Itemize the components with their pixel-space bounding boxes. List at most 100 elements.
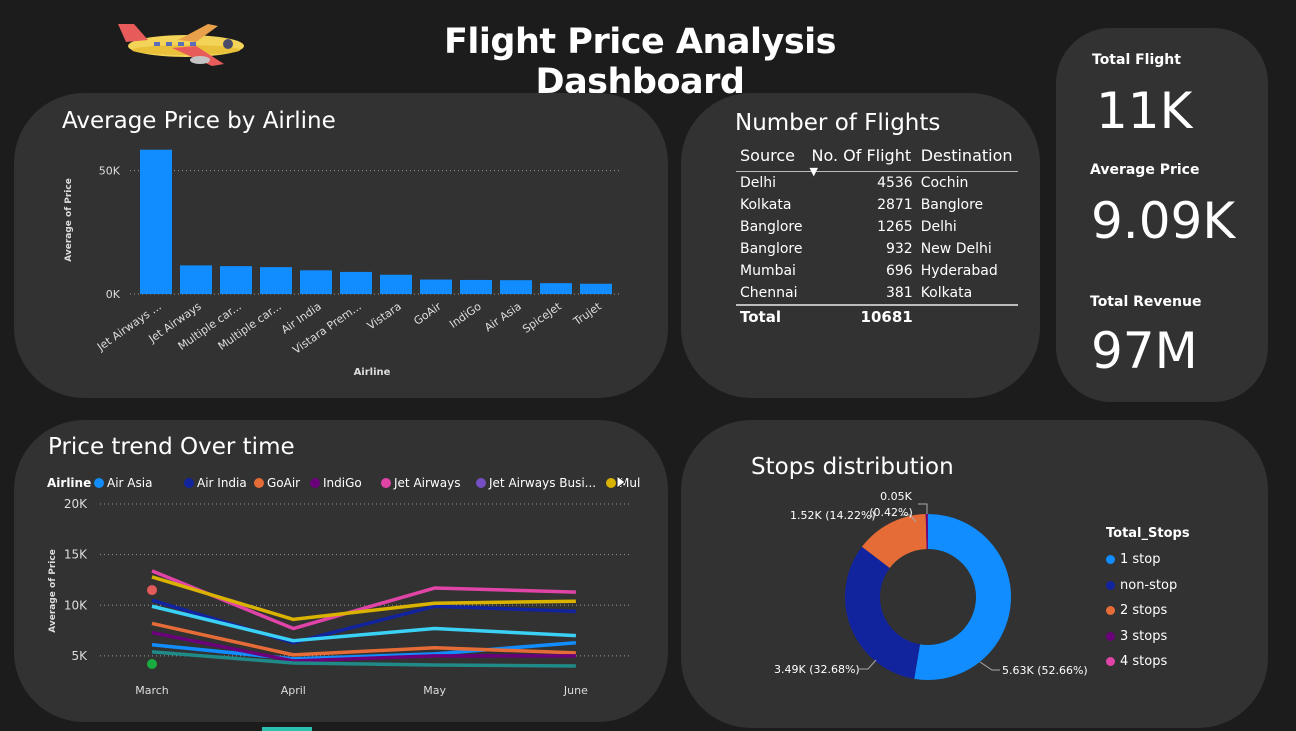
legend-dot [94,478,104,488]
leader-line [918,503,928,514]
cell-destination: Delhi [920,219,957,235]
donut-slice[interactable] [845,546,921,679]
legend-item[interactable]: Jet Airways Busi... [476,476,596,490]
avg-price-value: 9.09K [1091,192,1236,250]
y-axis-label: Average of Price [64,178,74,262]
legend-item[interactable]: IndiGo [310,476,362,490]
cell-count: 932 [885,241,913,257]
leader-line [979,661,1000,671]
col-header-count[interactable]: No. Of Flight ▼ [808,144,917,178]
total-revenue-value: 97M [1091,322,1198,380]
legend-item[interactable]: Air Asia [94,476,152,490]
bar[interactable] [420,279,452,294]
cell-destination: Banglore [920,197,984,213]
cell-source: Kolkata [740,197,792,213]
cell-count: 2871 [877,197,913,213]
dashboard-title: Flight Price Analysis Dashboard [444,22,836,102]
price-trend-line-chart[interactable]: Airline Air Asia Air India GoAir IndiGo Jet A… [40,468,640,704]
x-tick-label: Vistara Prem... [290,300,363,357]
col-header-source[interactable]: Source [736,144,808,172]
stops-legend-item[interactable]: non-stop [1106,573,1190,599]
legend-dot [1106,606,1115,616]
bar[interactable] [260,267,292,294]
legend-label: Jet Airways Busi... [488,476,596,490]
y-tick-label: 5K [71,649,88,663]
col-header-destination[interactable]: Destination [917,144,1018,172]
x-tick-label: SpiceJet [520,299,564,335]
total-flight-label: Total Flight [1092,52,1181,68]
bar[interactable] [380,274,412,294]
avg-price-title: Average Price by Airline [62,108,336,134]
legend-label: 3 stops [1120,628,1168,644]
data-point[interactable] [147,585,157,596]
cell-destination: Cochin [920,175,969,191]
data-label: 0.05K [880,490,912,503]
x-tick-label: Jet Airways ... [94,300,164,354]
legend-item[interactable]: Jet Airways [381,476,460,490]
bar[interactable] [300,270,332,294]
cell-source: Delhi [740,175,777,191]
legend-label: non-stop [1120,577,1178,593]
stops-legend-item[interactable]: 1 stop [1106,547,1190,573]
legend-item[interactable]: Air India [184,476,247,490]
x-tick-label: May [423,684,446,697]
cell-source: Banglore [740,219,803,235]
leader-line [858,659,877,670]
bar[interactable] [140,149,172,294]
total-flight-value: 11K [1096,82,1193,140]
legend-dot [184,478,194,488]
stops-donut-chart[interactable]: 5.63K (52.66%) 3.49K (32.68%) 1.52K (14.22… [760,484,1100,694]
stops-legend-item[interactable]: 2 stops [1106,598,1190,624]
cell-count: 381 [885,285,913,301]
legend-label: 1 stop [1120,552,1161,568]
stops-title: Stops distribution [751,454,954,480]
bar[interactable] [220,266,252,294]
legend-dot [476,478,486,488]
x-tick-label: Vistara [365,300,404,333]
y-axis-label: Average of Price [48,549,58,633]
bar[interactable] [180,265,212,294]
avg-price-bar-chart[interactable]: 0K50KJet Airways ...Jet AirwaysMultiple … [40,140,640,390]
legend-dot [254,478,264,488]
table-row[interactable]: Banglore 1265 Delhi [736,216,1018,238]
table-row[interactable]: Delhi 4536 Cochin [736,172,1018,195]
bar[interactable] [460,279,492,294]
legend-dot [1106,580,1115,590]
bar[interactable] [500,280,532,294]
y-tick-label: 0K [106,288,121,301]
x-tick-label: April [281,684,306,697]
table-row[interactable]: Banglore 932 New Delhi [736,238,1018,260]
page-tab-indicator[interactable] [262,727,312,731]
table-row[interactable]: Kolkata 2871 Banglore [736,194,1018,216]
bar[interactable] [580,283,612,294]
legend-label: 2 stops [1120,603,1168,619]
legend-item[interactable]: GoAir [254,476,300,490]
data-point[interactable] [147,658,157,669]
x-tick-label: June [563,684,588,697]
stops-legend-title: Total_Stops [1106,526,1190,541]
y-tick-label: 10K [64,598,88,612]
total-label: Total [736,304,808,328]
bar[interactable] [340,271,372,294]
stops-legend-item[interactable]: 4 stops [1106,649,1190,675]
y-tick-label: 20K [64,497,88,511]
bar[interactable] [540,283,572,294]
stops-legend-item[interactable]: 3 stops [1106,624,1190,650]
legend-label: Air India [197,476,247,490]
cell-destination: Hyderabad [920,263,998,279]
table-row[interactable]: Chennai 381 Kolkata [736,282,1018,305]
data-label: 1.52K (14.22%) [790,509,876,522]
avg-price-label: Average Price [1090,162,1200,178]
cell-source: Banglore [740,241,803,257]
col-header-count-label: No. Of Flight [811,146,912,165]
total-revenue-label: Total Revenue [1090,294,1202,310]
legend-dot [1106,657,1115,667]
legend-dot [310,478,320,488]
donut-slice[interactable] [914,514,1011,680]
table-row[interactable]: Mumbai 696 Hyderabad [736,260,1018,282]
stops-legend: Total_Stops 1 stop non-stop 2 stops 3 stops… [1106,526,1190,675]
total-value: 10681 [807,304,917,328]
x-axis-label: Airline [354,367,391,378]
x-tick-label: Air Asia [482,300,524,335]
flights-table: Source No. Of Flight ▼ Destination Delhi… [736,144,1018,328]
